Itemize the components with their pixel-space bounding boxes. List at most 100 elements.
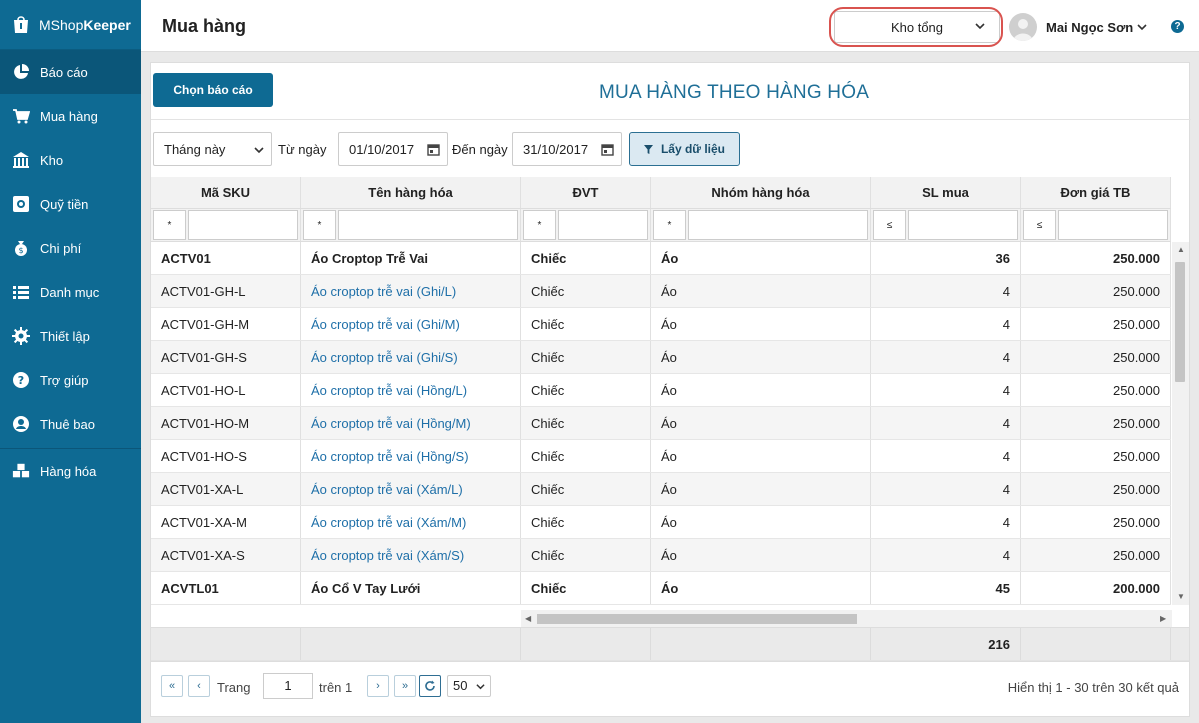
choose-report-button[interactable]: Chọn báo cáo <box>153 73 273 107</box>
sidebar-item-quy-tien[interactable]: Quỹ tiền <box>0 182 141 226</box>
cell-qty: 45 <box>871 572 1021 604</box>
filter-input[interactable] <box>1058 210 1168 240</box>
column-header-price[interactable]: Đơn giá TB <box>1021 177 1171 208</box>
filter-input[interactable] <box>908 210 1018 240</box>
filter-sku: * <box>151 209 301 241</box>
cell-sku: ACTV01-GH-L <box>151 275 301 307</box>
cell-sku: ACTV01-HO-S <box>151 440 301 472</box>
table-row[interactable]: ACTV01-GH-L Áo croptop trễ vai (Ghi/L) C… <box>151 275 1171 308</box>
table-row[interactable]: ACTV01-HO-S Áo croptop trễ vai (Hồng/S) … <box>151 440 1171 473</box>
table-row[interactable]: ACTV01-XA-M Áo croptop trễ vai (Xám/M) C… <box>151 506 1171 539</box>
fetch-data-button[interactable]: Lấy dữ liệu <box>629 132 740 166</box>
filter-operator[interactable]: * <box>303 210 336 240</box>
filter-operator[interactable]: * <box>523 210 556 240</box>
cell-unit: Chiếc <box>521 473 651 505</box>
sidebar-item-label: Kho <box>40 152 64 168</box>
first-page-button[interactable]: « <box>161 675 183 697</box>
column-header-sku[interactable]: Mã SKU <box>151 177 301 208</box>
help-icon[interactable]: ? <box>1171 20 1184 33</box>
scroll-down-icon[interactable]: ▼ <box>1177 592 1185 601</box>
page-size-select[interactable]: 50 <box>447 675 491 697</box>
column-header-group[interactable]: Nhóm hàng hóa <box>651 177 871 208</box>
column-header-qty[interactable]: SL mua <box>871 177 1021 208</box>
calendar-icon[interactable] <box>427 143 440 156</box>
sidebar-item-bao-cao[interactable]: Báo cáo <box>0 50 141 94</box>
cell-name-link[interactable]: Áo croptop trễ vai (Hồng/L) <box>301 374 521 406</box>
table-row[interactable]: ACTV01-GH-S Áo croptop trễ vai (Ghi/S) C… <box>151 341 1171 374</box>
sidebar-item-thiet-lap[interactable]: Thiết lập <box>0 314 141 358</box>
from-date-field[interactable]: 01/10/2017 <box>338 132 448 166</box>
page-number-input[interactable]: 1 <box>263 673 313 699</box>
column-header-name[interactable]: Tên hàng hóa <box>301 177 521 208</box>
store-select[interactable]: Kho tổng <box>834 11 1000 43</box>
scroll-right-icon[interactable]: ▶ <box>1160 614 1166 623</box>
vertical-scrollbar[interactable]: ▲ ▼ <box>1172 242 1189 605</box>
help-icon: ? <box>13 372 29 388</box>
table-row[interactable]: ACTV01-XA-L Áo croptop trễ vai (Xám/L) C… <box>151 473 1171 506</box>
cell-sku: ACTV01-XA-M <box>151 506 301 538</box>
sidebar-item-kho[interactable]: Kho <box>0 138 141 182</box>
cell-name-link[interactable]: Áo croptop trễ vai (Xám/M) <box>301 506 521 538</box>
table-row[interactable]: ACTV01-HO-L Áo croptop trễ vai (Hồng/L) … <box>151 374 1171 407</box>
double-chevron-left-icon: « <box>168 680 176 692</box>
filter-input[interactable] <box>338 210 518 240</box>
cell-name-link[interactable]: Áo croptop trễ vai (Xám/S) <box>301 539 521 571</box>
cell-name-link[interactable]: Áo croptop trễ vai (Ghi/M) <box>301 308 521 340</box>
period-select[interactable]: Tháng này <box>153 132 272 166</box>
filter-operator[interactable]: * <box>653 210 686 240</box>
user-name[interactable]: Mai Ngọc Sơn <box>1046 20 1133 35</box>
brand[interactable]: MShopKeeper <box>0 0 141 50</box>
filter-input[interactable] <box>688 210 868 240</box>
table-row[interactable]: ACTV01-GH-M Áo croptop trễ vai (Ghi/M) C… <box>151 308 1171 341</box>
sidebar-item-mua-hang[interactable]: Mua hàng <box>0 94 141 138</box>
chevron-down-icon[interactable] <box>1137 22 1147 32</box>
scroll-up-icon[interactable]: ▲ <box>1177 245 1185 254</box>
avatar[interactable] <box>1009 13 1037 41</box>
cell-price: 250.000 <box>1021 275 1171 307</box>
filter-operator[interactable]: ≤ <box>873 210 906 240</box>
calendar-icon[interactable] <box>601 143 614 156</box>
sidebar-item-chi-phi[interactable]: $ Chi phí <box>0 226 141 270</box>
cell-name-link[interactable]: Áo croptop trễ vai (Hồng/S) <box>301 440 521 472</box>
scroll-left-icon[interactable]: ◀ <box>525 614 531 623</box>
cell-unit: Chiếc <box>521 539 651 571</box>
sidebar-item-danh-muc[interactable]: Danh mục <box>0 270 141 314</box>
table-row[interactable]: ACTV01-HO-M Áo croptop trễ vai (Hồng/M) … <box>151 407 1171 440</box>
report-title: MUA HÀNG THEO HÀNG HÓA <box>599 82 870 103</box>
sidebar-item-label: Hàng hóa <box>40 463 97 479</box>
sidebar-item-tro-giup[interactable]: ? Trợ giúp <box>0 358 141 402</box>
refresh-button[interactable] <box>419 675 441 697</box>
sidebar-item-label: Chi phí <box>40 240 82 256</box>
filter-input[interactable] <box>558 210 648 240</box>
scroll-thumb[interactable] <box>537 614 857 624</box>
cell-unit: Chiếc <box>521 407 651 439</box>
to-date-field[interactable]: 31/10/2017 <box>512 132 622 166</box>
last-page-button[interactable]: » <box>394 675 416 697</box>
cell-price: 200.000 <box>1021 572 1171 604</box>
column-header-unit[interactable]: ĐVT <box>521 177 651 208</box>
filter-unit: * <box>521 209 651 241</box>
summary-cell <box>151 628 301 661</box>
table-row[interactable]: ACTV01-XA-S Áo croptop trễ vai (Xám/S) C… <box>151 539 1171 572</box>
cell-group: Áo <box>651 341 871 373</box>
cell-sku: ACTV01-XA-L <box>151 473 301 505</box>
filter-operator[interactable]: ≤ <box>1023 210 1056 240</box>
next-page-button[interactable]: › <box>367 675 389 697</box>
sidebar-item-thue-bao[interactable]: Thuê bao <box>0 402 141 446</box>
table-row[interactable]: ACVTL01 Áo Cổ V Tay Lưới Chiếc Áo 45 200… <box>151 572 1171 605</box>
filter-input[interactable] <box>188 210 298 240</box>
cell-name-link[interactable]: Áo croptop trễ vai (Ghi/S) <box>301 341 521 373</box>
cell-name-link[interactable]: Áo croptop trễ vai (Hồng/M) <box>301 407 521 439</box>
sidebar-item-label: Trợ giúp <box>40 372 89 388</box>
scroll-thumb[interactable] <box>1175 262 1185 382</box>
filter-operator[interactable]: * <box>153 210 186 240</box>
cell-sku: ACTV01-GH-M <box>151 308 301 340</box>
horizontal-scrollbar[interactable]: ◀ ▶ <box>521 610 1172 627</box>
table-row[interactable]: ACTV01 Áo Croptop Trễ Vai Chiếc Áo 36 25… <box>151 242 1171 275</box>
expense-icon: $ <box>15 241 27 256</box>
cell-name-link[interactable]: Áo croptop trễ vai (Ghi/L) <box>301 275 521 307</box>
cell-name-link[interactable]: Áo croptop trễ vai (Xám/L) <box>301 473 521 505</box>
fetch-data-label: Lấy dữ liệu <box>660 142 726 156</box>
sidebar-item-hang-hoa[interactable]: Hàng hóa <box>0 449 141 493</box>
prev-page-button[interactable]: ‹ <box>188 675 210 697</box>
